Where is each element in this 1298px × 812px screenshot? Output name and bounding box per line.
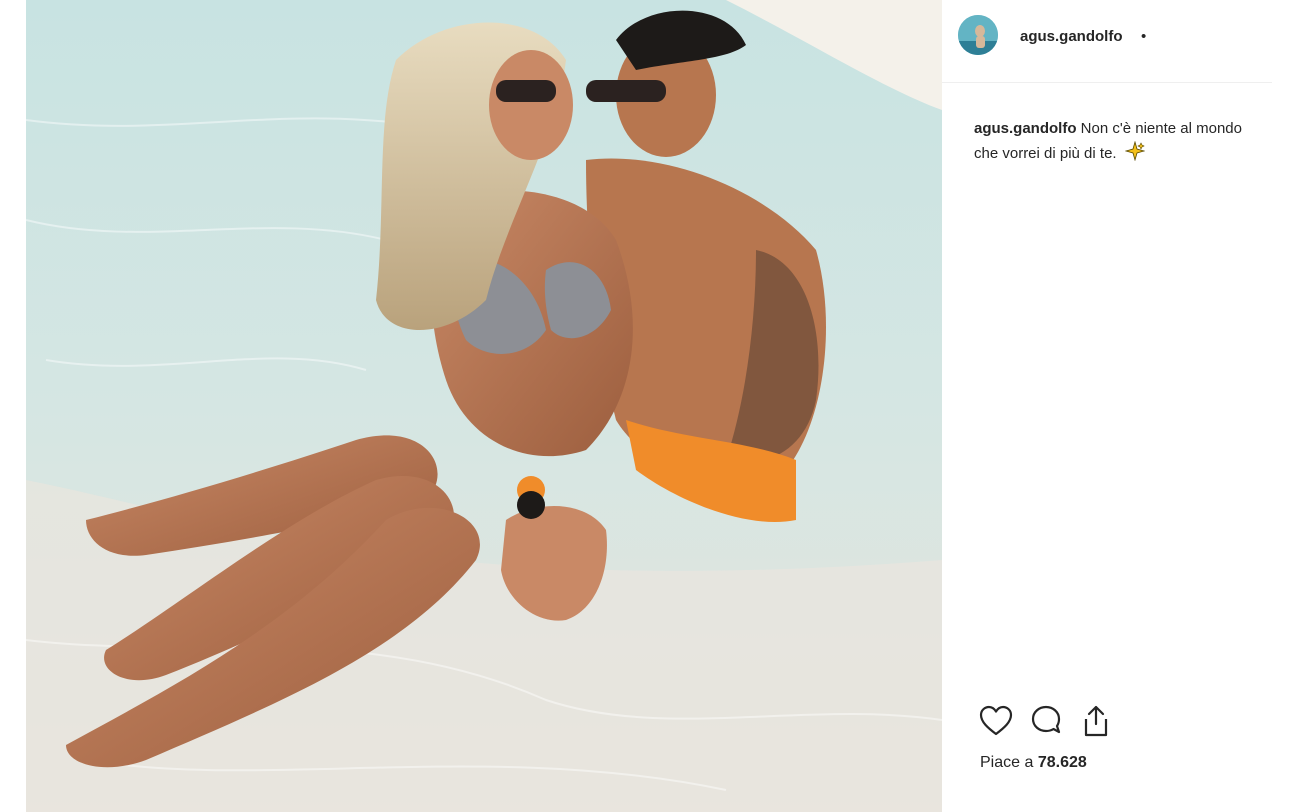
post-photo[interactable] [26,0,942,812]
like-button[interactable] [978,704,1014,740]
post-header: agus.gandolfo • [942,0,1272,83]
comment-icon [1031,705,1061,734]
header-separator: • [1141,28,1147,45]
beach-photo [26,0,942,812]
post-sidebar: agus.gandolfo • agus.gandolfo Non c'è ni… [942,0,1272,812]
avatar-image [958,15,998,55]
comment-button[interactable] [1028,704,1064,740]
caption-username[interactable]: agus.gandolfo [974,120,1077,137]
avatar[interactable] [958,15,998,55]
sparkles-emoji-icon [1124,140,1146,169]
header-username[interactable]: agus.gandolfo [1020,28,1123,45]
likes-number: 78.628 [1037,754,1087,771]
heart-icon [979,705,1013,736]
likes-label: Piace a [980,754,1034,771]
post-caption: agus.gandolfo Non c'è niente al mondo ch… [974,117,1256,169]
likes-count[interactable]: Piace a 78.628 [980,754,1087,772]
instagram-post-page: agus.gandolfo • agus.gandolfo Non c'è ni… [0,0,1298,812]
share-icon [1084,705,1108,737]
share-button[interactable] [1078,704,1114,740]
